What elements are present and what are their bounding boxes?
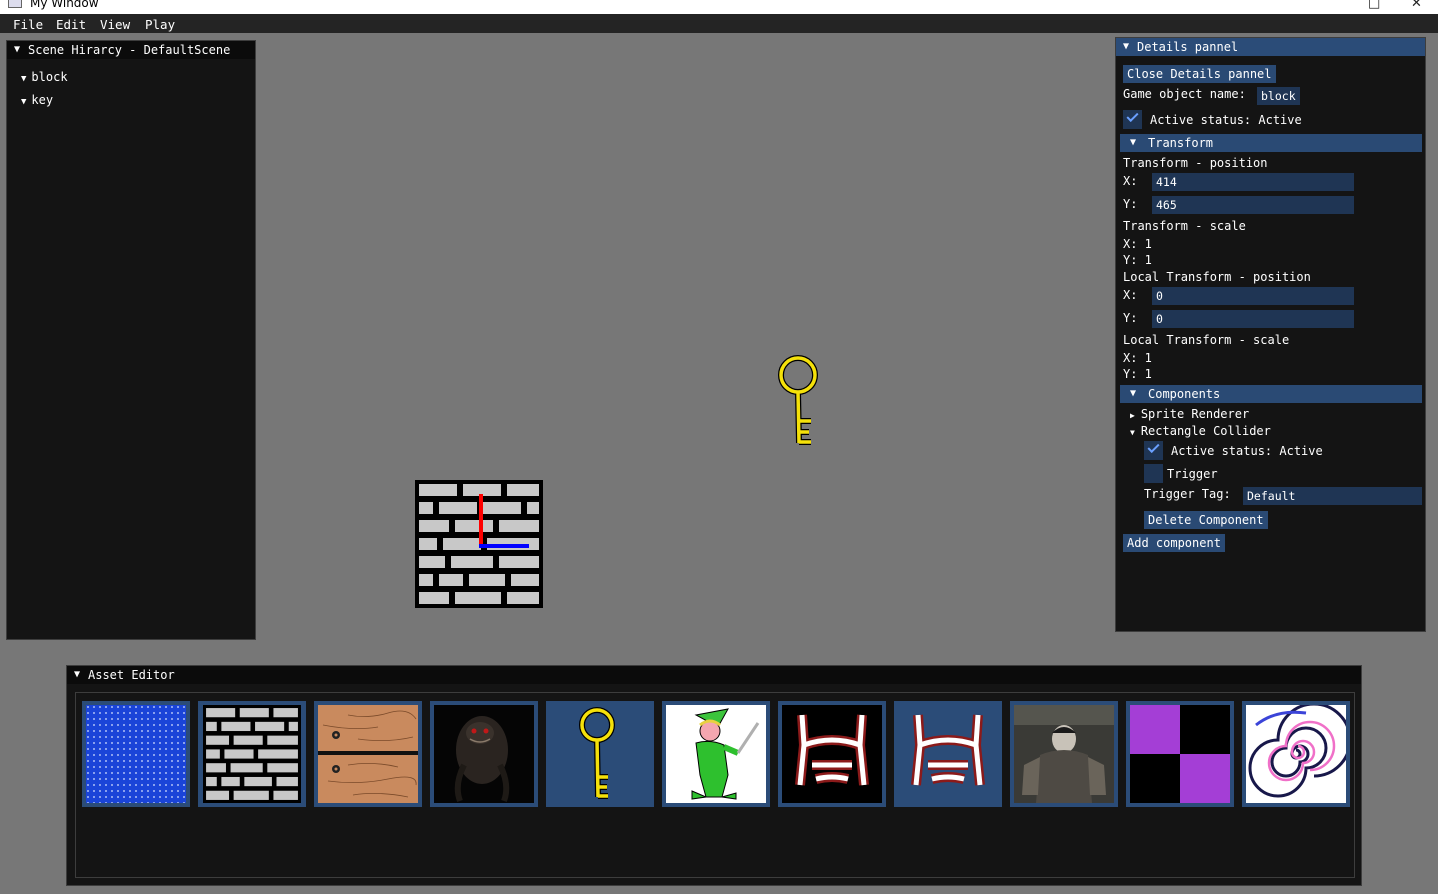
transform-header[interactable]: ▼ Transform [1120, 134, 1422, 152]
tree-collapsed-icon[interactable]: ▶ [1130, 411, 1135, 420]
collapse-arrow-icon[interactable]: ▼ [1123, 41, 1129, 52]
menu-edit[interactable]: Edit [56, 17, 86, 32]
local-position-x-label: X: [1123, 288, 1138, 302]
collapse-arrow-icon[interactable]: ▼ [1130, 388, 1136, 399]
details-title: Details pannel [1137, 40, 1239, 54]
close-window-icon[interactable]: ✕ [1411, 0, 1422, 11]
window-title: My Window [30, 0, 99, 10]
asset-spiral-portal[interactable] [1242, 701, 1350, 807]
menu-play[interactable]: Play [145, 17, 175, 32]
trigger-checkbox[interactable] [1144, 464, 1163, 483]
hierarchy-item-label: key [31, 93, 54, 107]
local-position-y-label: Y: [1123, 311, 1138, 325]
trigger-label: Trigger [1167, 467, 1218, 481]
app-icon [8, 0, 22, 8]
hierarchy-item-label: block [31, 70, 68, 84]
transform-scale-label: Transform - scale [1123, 219, 1246, 233]
asset-water-texture[interactable] [82, 701, 190, 807]
collapse-arrow-icon[interactable]: ▼ [1130, 137, 1136, 148]
asset-elf-with-sword[interactable] [662, 701, 770, 807]
menu-bar: File Edit View Play [0, 14, 1438, 33]
transform-position-y-label: Y: [1123, 197, 1138, 211]
checkmark-icon [1126, 109, 1139, 123]
sprite-renderer-label: Sprite Renderer [1140, 407, 1250, 421]
transform-scale-y: Y: 1 [1123, 253, 1152, 267]
local-scale-x: X: 1 [1123, 351, 1152, 365]
active-status-checkbox[interactable] [1123, 109, 1142, 129]
local-transform-position-label: Local Transform - position [1123, 270, 1311, 284]
close-details-button[interactable]: Close Details pannel [1123, 65, 1276, 83]
game-object-name-input[interactable]: block [1257, 87, 1300, 105]
menu-view[interactable]: View [100, 17, 130, 32]
hierarchy-item-block[interactable]: ▼ block [21, 70, 68, 84]
rectangle-collider-node[interactable]: ▼ Rectangle Collider [1130, 424, 1271, 438]
minimize-icon[interactable]: □ [1368, 0, 1380, 11]
transform-position-x-input[interactable]: 414 [1152, 173, 1354, 191]
details-title-bar[interactable]: ▼ Details pannel [1116, 38, 1425, 56]
asset-editor-title: Asset Editor [88, 668, 175, 682]
local-transform-scale-label: Local Transform - scale [1123, 333, 1290, 347]
transform-scale-x: X: 1 [1123, 237, 1152, 251]
asset-key-sprite[interactable] [546, 701, 654, 807]
rectangle-collider-label: Rectangle Collider [1140, 424, 1271, 438]
scene-hierarchy-title-bar[interactable]: ▼ Scene Hirarcy - DefaultScene [7, 41, 255, 59]
asset-creature-red-black[interactable] [778, 701, 886, 807]
checkmark-icon [1147, 440, 1160, 454]
asset-armored-figure[interactable] [1010, 701, 1118, 807]
transform-position-label: Transform - position [1123, 156, 1268, 170]
components-header[interactable]: ▼ Components [1120, 385, 1422, 403]
collider-active-label: Active status: Active [1171, 444, 1323, 458]
scene-key-sprite[interactable] [775, 353, 823, 449]
asset-wood-crate[interactable] [314, 701, 422, 807]
sprite-renderer-node[interactable]: ▶ Sprite Renderer [1130, 407, 1249, 421]
delete-component-button[interactable]: Delete Component [1144, 511, 1268, 529]
asset-creature-blue[interactable] [894, 701, 1002, 807]
window-titlebar: My Window □ ✕ [0, 0, 1438, 14]
transform-position-x-label: X: [1123, 174, 1138, 188]
asset-brick-texture[interactable] [198, 701, 306, 807]
trigger-tag-label: Trigger Tag: [1144, 487, 1231, 501]
transform-position-y-input[interactable]: 465 [1152, 196, 1354, 214]
game-object-name-label: Game object name: [1123, 87, 1246, 101]
transform-header-label: Transform [1148, 136, 1214, 150]
local-position-y-input[interactable]: 0 [1152, 310, 1354, 328]
scene-block-sprite[interactable] [415, 480, 543, 608]
asset-monster-portrait[interactable] [430, 701, 538, 807]
collapse-arrow-icon[interactable]: ▼ [14, 44, 20, 55]
tree-expand-icon[interactable]: ▼ [21, 74, 26, 84]
components-header-label: Components [1148, 387, 1221, 401]
scene-hierarchy-panel: ▼ Scene Hirarcy - DefaultScene ▼ block ▼ k… [6, 40, 256, 640]
tree-expand-icon[interactable]: ▼ [21, 97, 26, 107]
hierarchy-item-key[interactable]: ▼ key [21, 93, 53, 107]
add-component-button[interactable]: Add component [1123, 534, 1225, 552]
trigger-tag-input[interactable]: Default [1243, 487, 1422, 505]
collapse-arrow-icon[interactable]: ▼ [74, 669, 80, 680]
asset-checker-purple[interactable] [1126, 701, 1234, 807]
scene-hierarchy-title: Scene Hirarcy - DefaultScene [28, 43, 231, 57]
asset-editor-panel: ▼ Asset Editor [66, 665, 1362, 886]
asset-editor-title-bar[interactable]: ▼ Asset Editor [67, 666, 1361, 684]
menu-file[interactable]: File [13, 17, 43, 32]
active-status-label: Active status: Active [1150, 113, 1302, 127]
collider-active-checkbox[interactable] [1144, 440, 1163, 460]
tree-expand-icon[interactable]: ▼ [1130, 428, 1135, 437]
local-scale-y: Y: 1 [1123, 367, 1152, 381]
asset-grid [75, 692, 1355, 878]
local-position-x-input[interactable]: 0 [1152, 287, 1354, 305]
details-panel: ▼ Details pannel Close Details pannel Ga… [1115, 37, 1426, 632]
